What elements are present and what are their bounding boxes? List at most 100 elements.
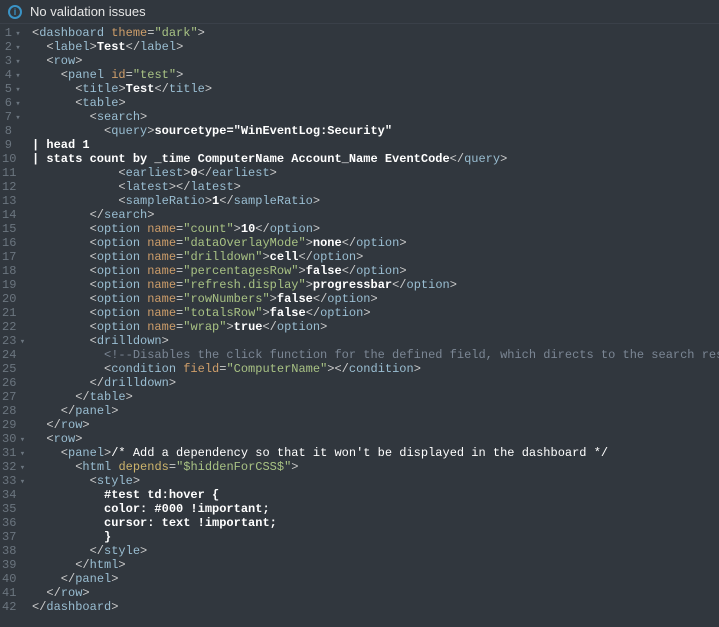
line-number: 11 [2, 166, 22, 180]
code-line[interactable]: </panel> [32, 404, 719, 418]
line-number: 21 [2, 306, 22, 320]
line-number: 33▾ [2, 474, 22, 488]
code-line[interactable]: <label>Test</label> [32, 40, 719, 54]
line-number: 35 [2, 502, 22, 516]
line-number: 13 [2, 194, 22, 208]
line-number: 1▾ [2, 26, 22, 40]
code-line[interactable]: <dashboard theme="dark"> [32, 26, 719, 40]
line-number: 24 [2, 348, 22, 362]
line-number: 12 [2, 180, 22, 194]
line-number: 16 [2, 236, 22, 250]
code-line[interactable]: </html> [32, 558, 719, 572]
line-number: 14 [2, 208, 22, 222]
line-number: 23▾ [2, 334, 22, 348]
fold-triangle-icon[interactable]: ▾ [14, 83, 22, 97]
line-number: 42 [2, 600, 22, 614]
code-line[interactable]: #test td:hover { [32, 488, 719, 502]
code-line[interactable]: cursor: text !important; [32, 516, 719, 530]
line-number: 29 [2, 418, 22, 432]
line-number: 2▾ [2, 40, 22, 54]
fold-triangle-icon[interactable]: ▾ [18, 335, 26, 349]
code-line[interactable]: </row> [32, 586, 719, 600]
fold-triangle-icon[interactable]: ▾ [18, 433, 26, 447]
line-number: 19 [2, 278, 22, 292]
fold-triangle-icon[interactable]: ▾ [18, 461, 26, 475]
line-number: 27 [2, 390, 22, 404]
code-line[interactable]: color: #000 !important; [32, 502, 719, 516]
line-number: 4▾ [2, 68, 22, 82]
line-number: 39 [2, 558, 22, 572]
code-line[interactable]: <table> [32, 96, 719, 110]
fold-triangle-icon[interactable]: ▾ [14, 41, 22, 55]
code-line[interactable]: } [32, 530, 719, 544]
line-number: 40 [2, 572, 22, 586]
line-number: 22 [2, 320, 22, 334]
code-line[interactable]: <option name="rowNumbers">false</option> [32, 292, 719, 306]
line-number: 34 [2, 488, 22, 502]
line-number: 5▾ [2, 82, 22, 96]
fold-triangle-icon[interactable]: ▾ [14, 69, 22, 83]
fold-triangle-icon[interactable]: ▾ [14, 111, 22, 125]
code-line[interactable]: <option name="drilldown">cell</option> [32, 250, 719, 264]
code-area[interactable]: <dashboard theme="dark"> <label>Test</la… [28, 24, 719, 627]
fold-triangle-icon[interactable]: ▾ [14, 27, 22, 41]
line-number: 7▾ [2, 110, 22, 124]
code-line[interactable]: </table> [32, 390, 719, 404]
line-number: 26 [2, 376, 22, 390]
fold-triangle-icon[interactable]: ▾ [18, 447, 26, 461]
line-number: 30▾ [2, 432, 22, 446]
line-number: 17 [2, 250, 22, 264]
code-editor[interactable]: 1▾2▾3▾4▾5▾6▾7▾8 9 10 11 12 13 14 15 16 1… [0, 24, 719, 627]
code-line[interactable]: <option name="wrap">true</option> [32, 320, 719, 334]
code-line[interactable]: </drilldown> [32, 376, 719, 390]
line-gutter: 1▾2▾3▾4▾5▾6▾7▾8 9 10 11 12 13 14 15 16 1… [0, 24, 28, 627]
code-line[interactable]: <option name="totalsRow">false</option> [32, 306, 719, 320]
code-line[interactable]: </style> [32, 544, 719, 558]
code-line[interactable]: </dashboard> [32, 600, 719, 614]
code-line[interactable]: <panel id="test"> [32, 68, 719, 82]
code-line[interactable]: <condition field="ComputerName"></condit… [32, 362, 719, 376]
line-number: 6▾ [2, 96, 22, 110]
line-number: 37 [2, 530, 22, 544]
code-line[interactable]: <drilldown> [32, 334, 719, 348]
code-line[interactable]: <option name="dataOverlayMode">none</opt… [32, 236, 719, 250]
code-line[interactable]: <style> [32, 474, 719, 488]
fold-triangle-icon[interactable]: ▾ [18, 475, 26, 489]
code-line[interactable]: <title>Test</title> [32, 82, 719, 96]
code-line[interactable]: </panel> [32, 572, 719, 586]
code-line[interactable]: <option name="percentagesRow">false</opt… [32, 264, 719, 278]
validation-header: i No validation issues [0, 0, 719, 24]
line-number: 28 [2, 404, 22, 418]
info-icon: i [8, 5, 22, 19]
code-line[interactable]: <latest></latest> [32, 180, 719, 194]
code-line[interactable]: <!--Disables the click function for the … [32, 348, 719, 362]
code-line[interactable]: <panel>/* Add a dependency so that it wo… [32, 446, 719, 460]
code-line[interactable]: <search> [32, 110, 719, 124]
code-line[interactable]: | head 1 [32, 138, 719, 152]
line-number: 31▾ [2, 446, 22, 460]
fold-triangle-icon[interactable]: ▾ [14, 55, 22, 69]
line-number: 38 [2, 544, 22, 558]
code-line[interactable]: <option name="count">10</option> [32, 222, 719, 236]
line-number: 8 [2, 124, 22, 138]
line-number: 36 [2, 516, 22, 530]
code-line[interactable]: <option name="refresh.display">progressb… [32, 278, 719, 292]
validation-title: No validation issues [30, 4, 146, 19]
line-number: 18 [2, 264, 22, 278]
line-number: 15 [2, 222, 22, 236]
code-line[interactable]: <html depends="$hiddenForCSS$"> [32, 460, 719, 474]
code-line[interactable]: </search> [32, 208, 719, 222]
code-line[interactable]: | stats count by _time ComputerName Acco… [32, 152, 719, 166]
line-number: 25 [2, 362, 22, 376]
code-line[interactable]: <row> [32, 432, 719, 446]
code-line[interactable]: <sampleRatio>1</sampleRatio> [32, 194, 719, 208]
line-number: 32▾ [2, 460, 22, 474]
code-line[interactable]: <row> [32, 54, 719, 68]
fold-triangle-icon[interactable]: ▾ [14, 97, 22, 111]
code-line[interactable]: <earliest>0</earliest> [32, 166, 719, 180]
line-number: 41 [2, 586, 22, 600]
line-number: 20 [2, 292, 22, 306]
code-line[interactable]: <query>sourcetype="WinEventLog:Security" [32, 124, 719, 138]
code-line[interactable]: </row> [32, 418, 719, 432]
line-number: 9 [2, 138, 22, 152]
